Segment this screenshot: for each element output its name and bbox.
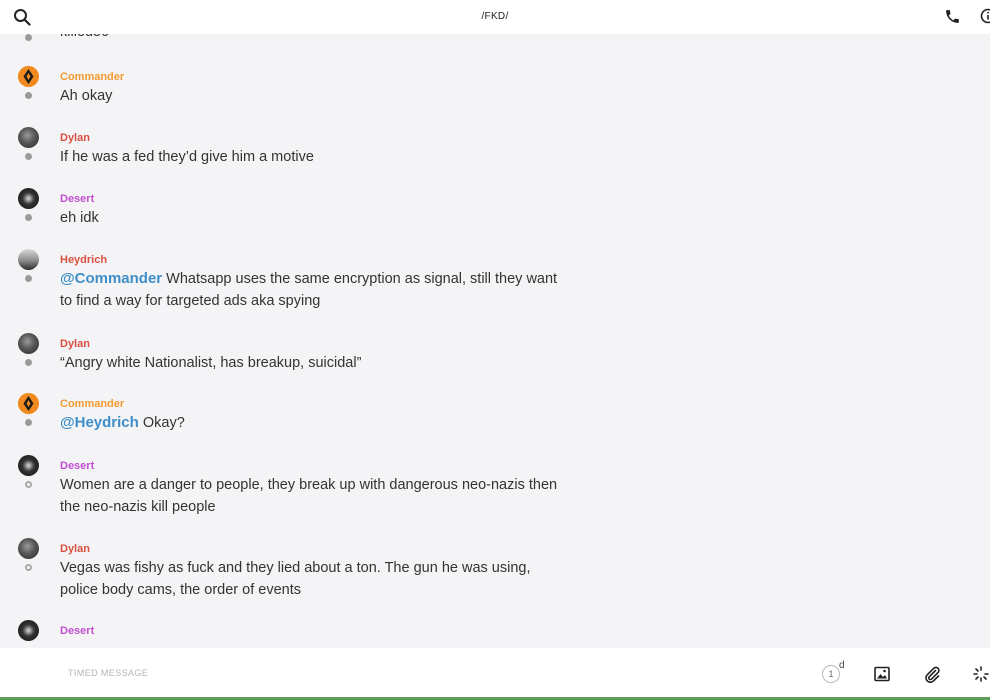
timer-icon: 1 — [822, 665, 840, 683]
avatar[interactable] — [18, 188, 39, 209]
avatar[interactable] — [18, 620, 39, 641]
timer-button[interactable]: 1 d — [822, 660, 848, 685]
author-name[interactable]: Desert — [60, 193, 94, 205]
delivery-status-dot — [25, 419, 32, 426]
message-input[interactable]: TIMED MESSAGE — [68, 668, 148, 678]
delivery-status-dot — [25, 214, 32, 221]
author-name[interactable]: Dylan — [60, 132, 90, 144]
phone-icon[interactable] — [944, 8, 961, 25]
message-composer: TIMED MESSAGE 1 d — [0, 648, 990, 700]
author-name[interactable]: Commander — [60, 398, 124, 410]
conversation-title[interactable]: /FKD/ — [0, 11, 990, 22]
avatar[interactable] — [18, 393, 39, 414]
author-name[interactable]: Commander — [60, 71, 124, 83]
conversation-header: /FKD/ — [0, 0, 990, 34]
mention-link[interactable]: @Heydrich — [60, 414, 139, 431]
avatar[interactable] — [18, 66, 39, 87]
message-text-content: Okay? — [138, 415, 185, 431]
mention-link[interactable]: @Commander — [60, 270, 162, 287]
delivery-status-dot — [25, 34, 32, 41]
avatar[interactable] — [18, 333, 39, 354]
author-name[interactable]: Dylan — [60, 543, 90, 555]
info-icon[interactable] — [980, 8, 990, 24]
delivery-status-dot — [25, 481, 32, 488]
message-text: If he was a fed they’d give him a motive — [60, 149, 314, 165]
author-name[interactable]: Desert — [60, 460, 94, 472]
image-icon[interactable] — [874, 666, 890, 682]
delivery-status-dot — [25, 564, 32, 571]
timer-unit: d — [839, 660, 845, 671]
delivery-status-dot — [25, 153, 32, 160]
message-text: @Commander Whatsapp uses the same encryp… — [60, 268, 560, 312]
message-text: @Heydrich Okay? — [60, 412, 560, 434]
paperclip-icon[interactable] — [923, 665, 941, 683]
delivery-status-dot — [25, 359, 32, 366]
avatar[interactable] — [18, 455, 39, 476]
message-text: “Angry white Nationalist, has breakup, s… — [60, 355, 362, 371]
avatar[interactable] — [18, 127, 39, 148]
message-feed[interactable]: killed50 Commander Ah okay Dylan If he w… — [0, 0, 990, 648]
author-name[interactable]: Heydrich — [60, 254, 107, 266]
avatar[interactable] — [18, 249, 39, 270]
message-text: Vegas was fishy as fuck and they lied ab… — [60, 560, 531, 598]
message-text: eh idk — [60, 210, 99, 226]
avatar[interactable] — [18, 538, 39, 559]
author-name[interactable]: Dylan — [60, 338, 90, 350]
message-text: Ah okay — [60, 88, 113, 104]
delivery-status-dot — [25, 275, 32, 282]
message-text: Women are a danger to people, they break… — [60, 477, 558, 515]
delivery-status-dot — [25, 92, 32, 99]
author-name[interactable]: Desert — [60, 625, 94, 637]
loading-spinner-icon — [973, 666, 989, 682]
